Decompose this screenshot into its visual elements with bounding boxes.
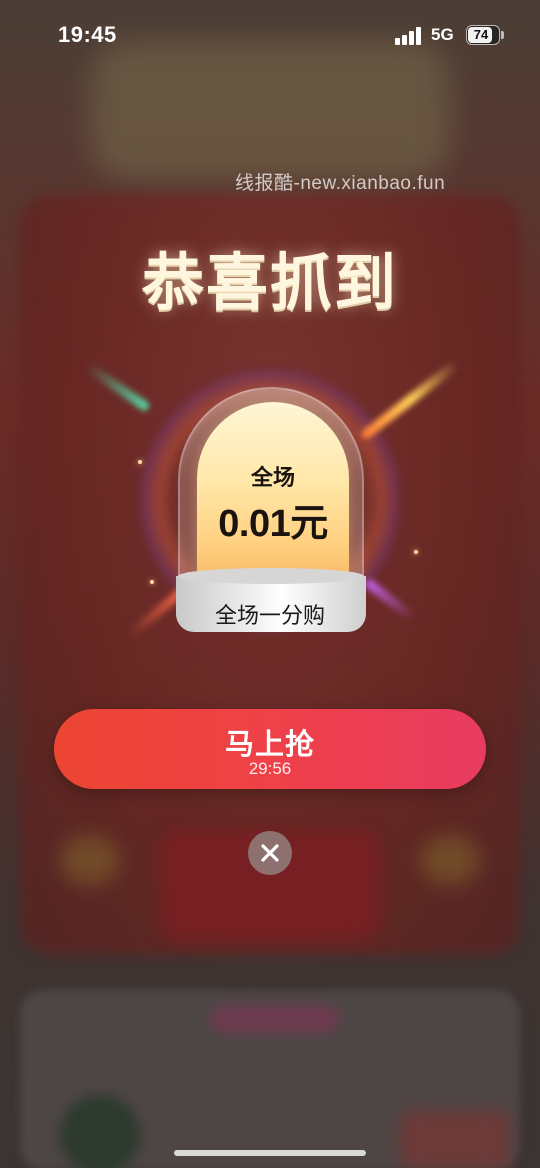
page-title: 恭喜抓到: [141, 249, 398, 318]
countdown-timer: 29:56: [248, 759, 292, 778]
grab-now-button[interactable]: 马上抢 29:56: [54, 709, 486, 789]
battery-tip: [501, 31, 504, 39]
battery-level: 74: [473, 27, 489, 42]
grab-now-label: 马上抢: [224, 729, 315, 761]
battery-icon: 74: [466, 25, 500, 45]
status-time: 19:45: [58, 22, 117, 47]
close-button[interactable]: [248, 831, 292, 875]
status-bar: 19:45 5G 74: [0, 0, 540, 70]
signal-icon: [395, 27, 423, 45]
home-indicator[interactable]: [174, 1150, 366, 1156]
prize-card: 全场 0.01元: [197, 402, 349, 582]
sparkle: [138, 460, 142, 464]
prize-base-label: 全场一分购: [214, 603, 325, 628]
dome-base-top: [178, 568, 364, 584]
prize-scope: 全场: [250, 465, 295, 490]
sparkle: [414, 550, 418, 554]
prize-price: 0.01元: [218, 503, 328, 545]
watermark: 线报酷-new.xianbao.fun: [235, 173, 446, 194]
network-type: 5G: [431, 25, 454, 44]
prize-display: 全场 0.01元 全场一分购: [80, 330, 461, 670]
sparkle: [150, 580, 154, 584]
close-icon: [261, 844, 279, 862]
